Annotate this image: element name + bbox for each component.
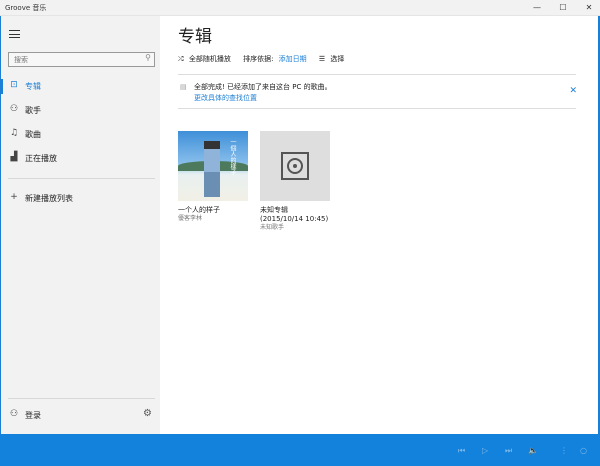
album-title: 一个人的样子 [178,206,220,214]
select-button[interactable]: 选择 [330,55,344,63]
disc-icon [281,152,309,180]
search-input[interactable]: 搜索 ⚲ [8,52,155,67]
search-placeholder: 搜索 [14,56,28,64]
play-icon[interactable]: ▷ [482,446,488,455]
close-button[interactable]: ✕ [578,0,600,16]
notification-message: 全部完成! 已经添加了来自这台 PC 的歌曲。 [194,83,332,91]
divider [8,398,155,399]
album-artist: 優客李林 [178,215,203,222]
sidebar-item-label: 专辑 [25,82,41,91]
album-icon: ⊡ [10,80,18,90]
divider [178,108,576,109]
maximize-button[interactable]: ☐ [552,0,574,16]
sidebar-item-artists[interactable]: ⚇ 歌手 [1,100,161,120]
volume-icon[interactable]: 🔈 [528,446,538,455]
sidebar-item-now-playing[interactable]: ▟ 正在播放 [1,148,161,168]
more-icon[interactable]: ⋮ [560,446,568,455]
sidebar: 搜索 ⚲ ⊡ 专辑 ⚇ 歌手 ♫ 歌曲 ▟ 正在播放 + 新建播放列表 ⚇ 登录… [0,16,160,434]
sidebar-item-label: 正在播放 [25,154,57,163]
repeat-icon[interactable]: ○ [580,446,587,455]
album-title: 未知专辑 [260,206,288,214]
sidebar-item-label: 歌手 [25,106,41,115]
sidebar-item-albums[interactable]: ⊡ 专辑 [0,76,161,96]
album-tile[interactable]: 未知专辑 (2015/10/14 10:45) 未知歌手 [260,131,350,232]
album-subtitle: (2015/10/14 10:45) [260,215,329,223]
divider [8,178,155,179]
dismiss-close-icon[interactable]: ✕ [569,86,577,96]
person-icon: ⚇ [9,104,19,114]
previous-icon[interactable]: ⏮ [458,446,465,456]
new-playlist-button[interactable]: + 新建播放列表 [1,188,161,208]
person-icon: ⚇ [9,409,19,419]
login-button[interactable]: ⚇ 登录 [1,405,161,425]
cover-text: 一個人的樣子 [229,139,236,175]
shuffle-all-button[interactable]: 全部随机播放 [189,55,231,63]
album-cover: 一個人的樣子 [178,131,248,201]
select-icon: ☰ [318,55,326,63]
divider [178,74,576,75]
settings-gear-icon[interactable]: ⚙ [143,408,152,419]
main-content: 专辑 ⤮ 全部随机播放 排序依据: 添加日期 ☰ 选择 ▤ 全部完成! 已经添加… [160,16,598,434]
sidebar-item-label: 歌曲 [25,130,41,139]
toolbar: ⤮ 全部随机播放 排序依据: 添加日期 ☰ 选择 [178,54,347,64]
now-playing-icon: ▟ [10,152,18,162]
album-cover-placeholder [260,131,330,201]
shuffle-icon: ⤮ [178,55,184,63]
new-playlist-label: 新建播放列表 [25,194,73,203]
album-artist: 未知歌手 [260,224,285,231]
login-label: 登录 [25,411,41,420]
window-title: Groove 音乐 [5,4,47,12]
title-bar: Groove 音乐 — ☐ ✕ [0,0,600,16]
hamburger-menu-icon[interactable] [9,30,20,41]
music-note-icon: ♫ [9,128,19,138]
search-icon[interactable]: ⚲ [145,53,151,62]
player-bar: ⏮ ▷ ⏭ 🔈 ⋮ ○ [0,434,600,466]
sort-label: 排序依据: [243,55,274,63]
next-icon[interactable]: ⏭ [505,446,512,456]
sidebar-item-songs[interactable]: ♫ 歌曲 [1,124,161,144]
page-title: 专辑 [178,27,212,47]
notification-icon: ▤ [180,83,187,91]
change-location-link[interactable]: 更改具体的查找位置 [194,93,257,103]
album-tile[interactable]: 一個人的樣子 一个人的样子 優客李林 [178,131,250,223]
minimize-button[interactable]: — [526,0,548,16]
plus-icon: + [10,192,18,202]
sort-dropdown[interactable]: 添加日期 [279,55,307,63]
